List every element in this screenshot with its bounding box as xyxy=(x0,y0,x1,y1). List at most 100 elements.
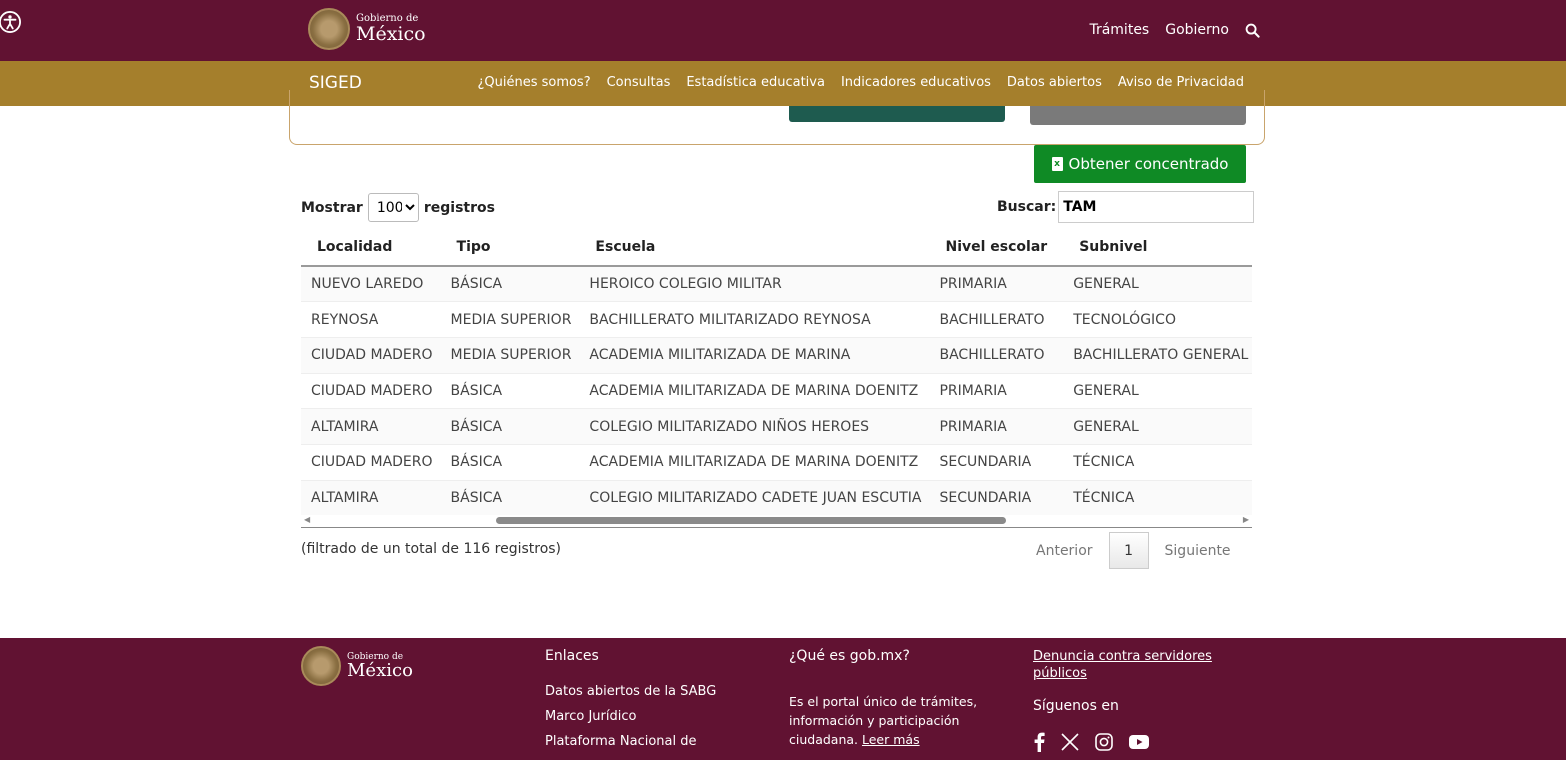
cell-tipo: MEDIA SUPERIOR xyxy=(440,337,580,374)
footer-social-column: Denuncia contra servidores públicos Sígu… xyxy=(1033,648,1233,752)
page-length-control: Mostrar 100 registros xyxy=(301,193,495,222)
cell-tipo: BÁSICA xyxy=(440,373,580,410)
search-input[interactable] xyxy=(1058,191,1255,223)
footer-links-column: Enlaces Datos abiertos de la SABG Marco … xyxy=(545,648,716,759)
nav-indicadores[interactable]: Indicadores educativos xyxy=(841,75,991,90)
footer-links-title: Enlaces xyxy=(545,648,599,664)
cell-subnivel: TÉCNICA xyxy=(1063,480,1252,515)
cell-escuela: ACADEMIA MILITARIZADA DE MARINA DOENITZ xyxy=(579,373,930,410)
export-button[interactable]: x Obtener concentrado xyxy=(1034,145,1246,183)
show-label: Mostrar xyxy=(301,199,363,216)
search-button[interactable] xyxy=(789,106,1005,122)
page-length-select[interactable]: 100 xyxy=(367,193,419,222)
cell-localidad: NUEVO LAREDO xyxy=(301,266,441,303)
sub-nav: ¿Quiénes somos? Consultas Estadística ed… xyxy=(461,75,1244,90)
cell-escuela: ACADEMIA MILITARIZADA DE MARINA xyxy=(579,337,930,374)
table-info: (filtrado de un total de 116 registros) xyxy=(301,541,562,557)
nav-quienes-somos[interactable]: ¿Quiénes somos? xyxy=(477,75,590,90)
cell-escuela: COLEGIO MILITARIZADO CADETE JUAN ESCUTIA xyxy=(579,480,930,515)
footer-about-title: ¿Qué es gob.mx? xyxy=(789,648,910,664)
cell-nivel: PRIMARIA xyxy=(929,408,1064,445)
footer-read-more-link[interactable]: Leer más xyxy=(862,732,920,747)
scrollbar-thumb[interactable] xyxy=(496,517,1006,524)
youtube-icon[interactable] xyxy=(1129,735,1149,749)
logo-big-text: México xyxy=(356,23,426,45)
table-row[interactable]: CIUDAD MADERO MEDIA SUPERIOR ACADEMIA MILI… xyxy=(301,337,1252,374)
social-links xyxy=(1033,732,1233,752)
header-escuela[interactable]: Escuela xyxy=(579,228,930,267)
results-table: Localidad Tipo Escuela Nivel escolar Sub… xyxy=(301,228,1252,515)
cell-nivel: PRIMARIA xyxy=(929,373,1064,410)
cell-subnivel: TECNOLÓGICO xyxy=(1063,301,1252,338)
header-nivel[interactable]: Nivel escolar xyxy=(929,228,1064,267)
page-1-button[interactable]: 1 xyxy=(1108,532,1149,569)
export-button-label: Obtener concentrado xyxy=(1068,155,1229,173)
cell-localidad: ALTAMIRA xyxy=(301,408,441,445)
cell-localidad: CIUDAD MADERO xyxy=(301,337,441,374)
footer-about-column: ¿Qué es gob.mx? Es el portal único de tr… xyxy=(789,648,989,749)
x-icon[interactable] xyxy=(1061,733,1079,751)
cell-tipo: BÁSICA xyxy=(440,408,580,445)
footer-about-paragraph: Es el portal único de trámites, informac… xyxy=(789,692,989,749)
cell-localidad: CIUDAD MADERO xyxy=(301,373,441,410)
header-localidad[interactable]: Localidad xyxy=(301,228,441,267)
gobierno-logo[interactable]: Gobierno de México xyxy=(308,8,426,50)
cell-tipo: BÁSICA xyxy=(440,444,580,481)
nav-estadistica[interactable]: Estadística educativa xyxy=(686,75,825,90)
cell-nivel: BACHILLERATO xyxy=(929,301,1064,338)
header-tipo[interactable]: Tipo xyxy=(440,228,580,267)
cell-localidad: CIUDAD MADERO xyxy=(301,444,441,481)
table-row[interactable]: ALTAMIRA BÁSICA COLEGIO MILITARIZADO NIÑOS… xyxy=(301,408,1252,445)
results-table-wrapper: Localidad Tipo Escuela Nivel escolar Sub… xyxy=(301,228,1252,515)
scroll-left-icon[interactable]: ◀ xyxy=(304,515,310,524)
cell-subnivel: GENERAL xyxy=(1063,408,1252,445)
search-icon[interactable] xyxy=(1245,23,1260,38)
footer-logo-big: México xyxy=(347,659,413,681)
table-row[interactable]: ALTAMIRA BÁSICA COLEGIO MILITARIZADO CADET… xyxy=(301,480,1252,515)
seal-icon xyxy=(308,8,350,50)
horizontal-scrollbar[interactable]: ◀ ▶ xyxy=(301,515,1252,528)
accessibility-icon[interactable] xyxy=(0,8,21,36)
footer-link-plataforma[interactable]: Plataforma Nacional de xyxy=(545,734,716,749)
seal-icon xyxy=(301,646,341,686)
facebook-icon[interactable] xyxy=(1033,732,1045,752)
table-row[interactable]: REYNOSA MEDIA SUPERIOR BACHILLERATO MILITA… xyxy=(301,301,1252,338)
cell-subnivel: TÉCNICA xyxy=(1063,444,1252,481)
prev-page-button[interactable]: Anterior xyxy=(1036,543,1093,559)
footer-report-link[interactable]: Denuncia contra servidores públicos xyxy=(1033,648,1233,682)
table-header-row: Localidad Tipo Escuela Nivel escolar Sub… xyxy=(301,228,1252,267)
next-page-button[interactable]: Siguiente xyxy=(1165,543,1231,559)
cell-escuela: BACHILLERATO MILITARIZADO REYNOSA xyxy=(579,301,930,338)
cell-escuela: HEROICO COLEGIO MILITAR xyxy=(579,266,930,303)
scroll-right-icon[interactable]: ▶ xyxy=(1243,515,1249,524)
nav-consultas[interactable]: Consultas xyxy=(607,75,671,90)
cell-localidad: ALTAMIRA xyxy=(301,480,441,515)
nav-datos-abiertos[interactable]: Datos abiertos xyxy=(1007,75,1102,90)
cell-nivel: BACHILLERATO xyxy=(929,337,1064,374)
instagram-icon[interactable] xyxy=(1095,733,1113,751)
records-label: registros xyxy=(423,199,495,216)
cell-nivel: SECUNDARIA xyxy=(929,480,1064,515)
nav-gobierno[interactable]: Gobierno xyxy=(1165,22,1229,38)
table-row[interactable]: NUEVO LAREDO BÁSICA HEROICO COLEGIO MILITA… xyxy=(301,266,1252,303)
cell-nivel: SECUNDARIA xyxy=(929,444,1064,481)
cell-localidad: REYNOSA xyxy=(301,301,441,338)
cell-tipo: BÁSICA xyxy=(440,480,580,515)
cell-escuela: COLEGIO MILITARIZADO NIÑOS HEROES xyxy=(579,408,930,445)
footer-logo[interactable]: Gobierno de México xyxy=(301,646,413,686)
cell-subnivel: GENERAL xyxy=(1063,373,1252,410)
pagination: Anterior 1 Siguiente xyxy=(1036,532,1231,569)
cell-subnivel: BACHILLERATO GENERAL xyxy=(1063,337,1252,374)
table-row[interactable]: CIUDAD MADERO BÁSICA ACADEMIA MILITARIZADA… xyxy=(301,444,1252,481)
reset-button[interactable] xyxy=(1030,106,1246,125)
cell-nivel: PRIMARIA xyxy=(929,266,1064,303)
nav-tramites[interactable]: Trámites xyxy=(1089,22,1149,38)
table-row[interactable]: CIUDAD MADERO BÁSICA ACADEMIA MILITARIZADA… xyxy=(301,373,1252,410)
footer-link-datos-abiertos[interactable]: Datos abiertos de la SABG xyxy=(545,684,716,699)
top-nav: Trámites Gobierno xyxy=(1073,22,1260,38)
footer-link-marco-juridico[interactable]: Marco Jurídico xyxy=(545,709,716,724)
cell-tipo: MEDIA SUPERIOR xyxy=(440,301,580,338)
table-search: Buscar: xyxy=(997,191,1255,223)
nav-aviso-privacidad[interactable]: Aviso de Privacidad xyxy=(1118,75,1244,90)
header-subnivel[interactable]: Subnivel xyxy=(1063,228,1252,267)
